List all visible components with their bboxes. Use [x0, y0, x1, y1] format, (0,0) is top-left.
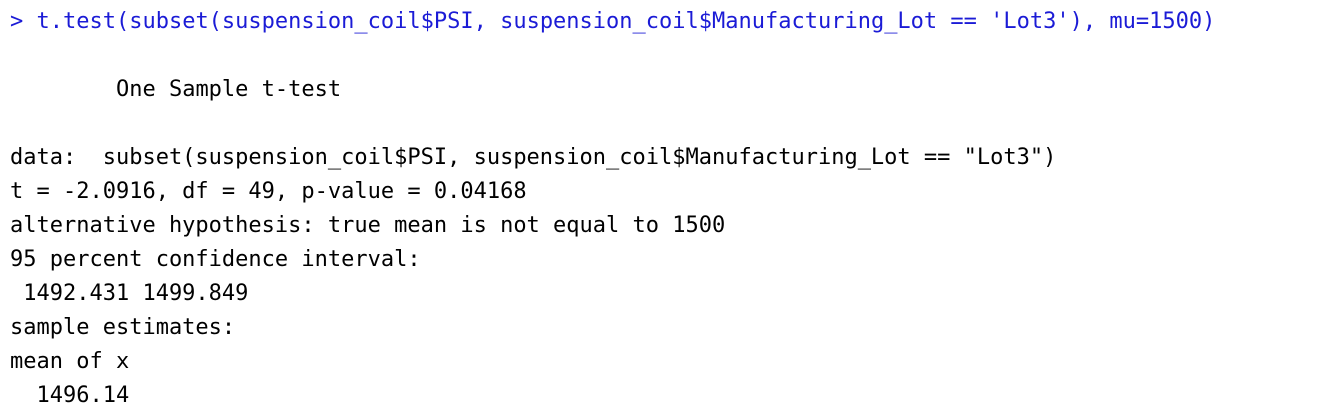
console-command-text: t.test(subset(suspension_coil$PSI, suspe… — [36, 9, 1216, 34]
r-console[interactable]: > t.test(subset(suspension_coil$PSI, sus… — [10, 5, 1335, 413]
console-prompt: > — [10, 9, 24, 34]
console-command-line: > t.test(subset(suspension_coil$PSI, sus… — [10, 5, 1335, 39]
data-line: data: subset(suspension_coil$PSI, suspen… — [10, 145, 1057, 170]
test-statistics-line: t = -2.0916, df = 49, p-value = 0.04168 — [10, 179, 527, 204]
alternative-hypothesis-line: alternative hypothesis: true mean is not… — [10, 213, 726, 238]
estimate-value: 1496.14 — [10, 383, 130, 408]
confidence-interval-label: 95 percent confidence interval: — [10, 247, 421, 272]
test-title: One Sample t-test — [115, 77, 342, 102]
test-title-line: One Sample t-test — [10, 73, 1335, 107]
sample-estimates-label: sample estimates: — [10, 315, 236, 340]
confidence-interval-values: 1492.431 1499.849 — [10, 281, 249, 306]
estimate-name: mean of x — [10, 349, 130, 374]
